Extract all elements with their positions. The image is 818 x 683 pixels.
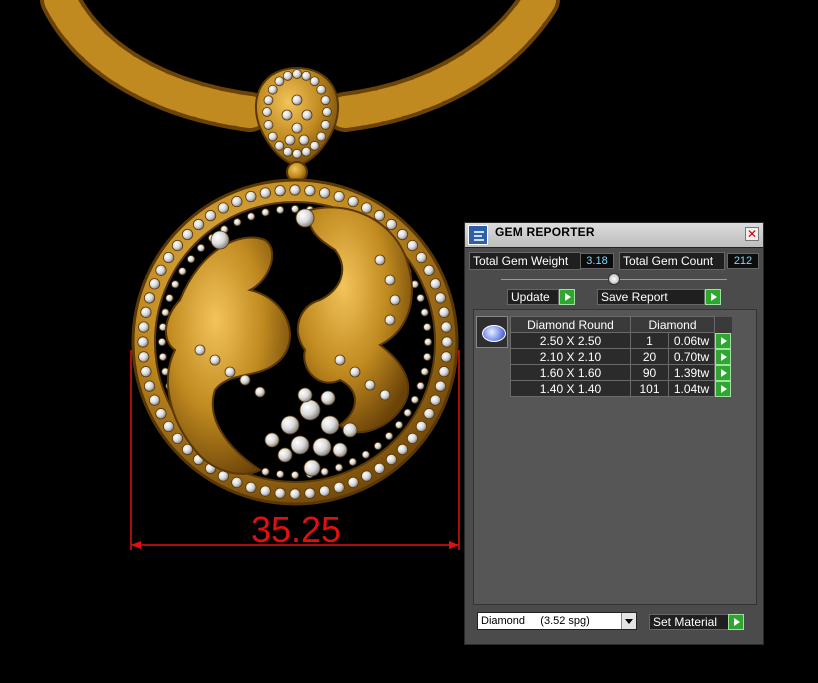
header-shape: Diamond Round [510,316,631,333]
save-report-go-icon[interactable] [705,289,721,305]
gem-weight: 0.70tw [668,348,715,365]
gem-weight: 1.04tw [668,380,715,397]
gem-size: 2.50 X 2.50 [510,332,631,349]
panel-titlebar[interactable]: GEM REPORTER ✕ [465,223,763,248]
gem-weight: 1.39tw [668,364,715,381]
gem-size: 1.60 X 1.60 [510,364,631,381]
row-go-icon[interactable] [715,332,731,349]
chevron-down-icon[interactable] [621,613,636,629]
total-gem-count-label: Total Gem Count [619,252,725,270]
gem-count: 90 [630,364,669,381]
row-go-icon[interactable] [715,380,731,397]
table-row: 2.50 X 2.50 1 0.06tw [510,332,733,349]
gem-table: Diamond Round Diamond 2.50 X 2.50 1 0.06tw… [510,316,733,397]
row-go-icon[interactable] [715,348,731,365]
table-row: 1.40 X 1.40 101 1.04tw [510,380,733,397]
gem-table-header: Diamond Round Diamond [510,316,733,333]
bail [254,66,340,183]
round-diamond-icon [476,316,508,348]
gem-reporter-panel: GEM REPORTER ✕ Total Gem Weight 3.18 Tot… [464,222,764,645]
dimension-label: 35.25 [251,509,341,550]
save-report-button[interactable]: Save Report [597,289,705,305]
gem-report-area: Diamond Round Diamond 2.50 X 2.50 1 0.06tw… [473,309,757,605]
total-gem-weight-label: Total Gem Weight [469,252,581,270]
update-button[interactable]: Update [507,289,559,305]
gem-count: 101 [630,380,669,397]
pendant-medallion [131,178,459,506]
total-gem-count-value: 212 [727,253,759,269]
gem-count: 20 [630,348,669,365]
table-row: 2.10 X 2.10 20 0.70tw [510,348,733,365]
total-gem-weight-value: 3.18 [580,253,614,269]
report-icon [468,225,488,245]
close-icon[interactable]: ✕ [745,227,759,241]
update-go-icon[interactable] [559,289,575,305]
header-material: Diamond [630,316,715,333]
gem-count: 1 [630,332,669,349]
gem-weight: 0.06tw [668,332,715,349]
table-row: 1.60 X 1.60 90 1.39tw [510,364,733,381]
panel-title: GEM REPORTER [495,225,595,239]
row-go-icon[interactable] [715,364,731,381]
gem-size: 2.10 X 2.10 [510,348,631,365]
set-material-button[interactable]: Set Material [649,614,729,630]
gem-size: 1.40 X 1.40 [510,380,631,397]
material-selected-value: Diamond (3.52 spg) [481,615,590,627]
set-material-go-icon[interactable] [728,614,744,630]
panel-splitter-handle[interactable] [608,273,620,285]
material-dropdown[interactable]: Diamond (3.52 spg) [477,612,637,630]
